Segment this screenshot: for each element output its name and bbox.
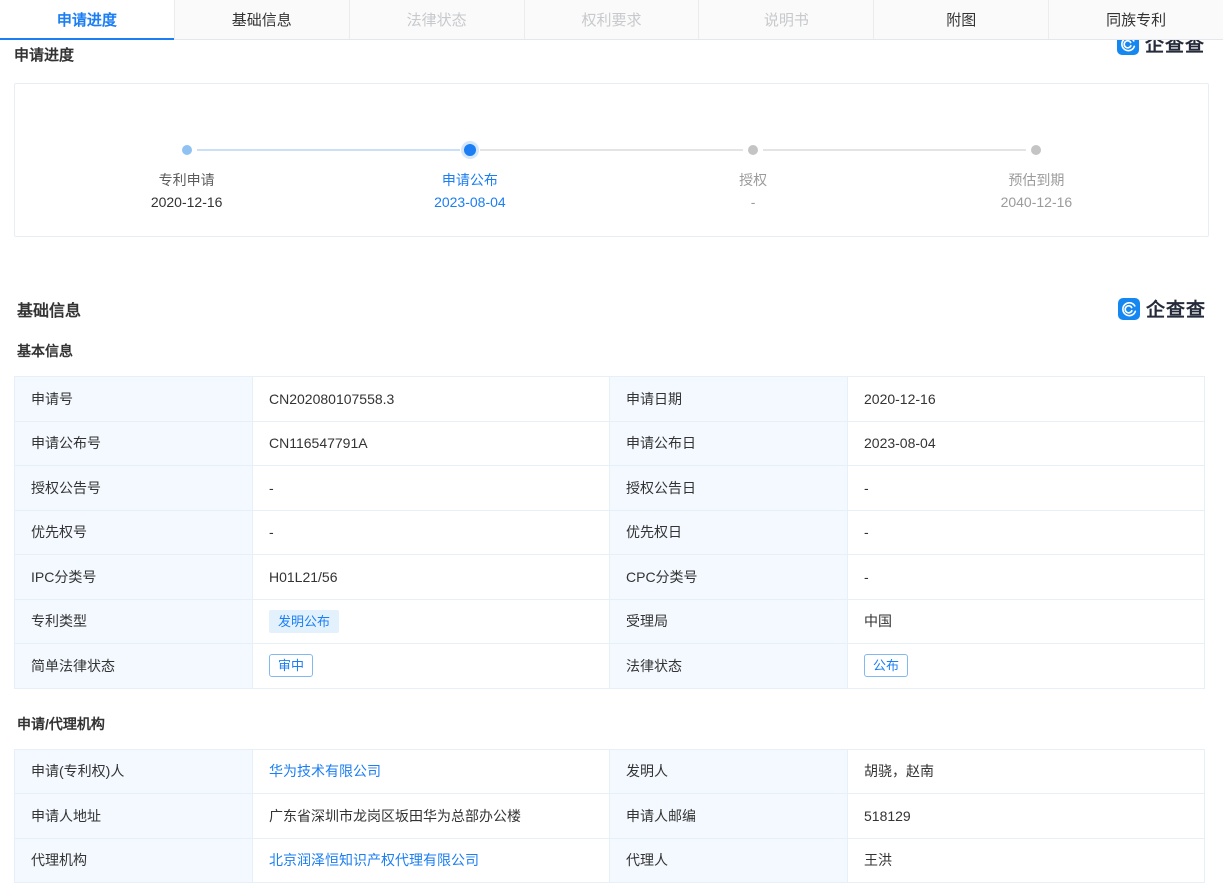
qichacha-wordmark: 企查查 [1146,295,1206,322]
timeline-stage-filing: 专利申请 2020-12-16 [45,144,328,213]
progress-section-title: 申请进度 [14,44,1209,65]
tab-claims[interactable]: 权利要求 [525,0,700,39]
field-label: 申请公布日 [610,421,848,466]
field-label: 申请号 [15,377,253,422]
field-value: 2023-08-04 [848,421,1205,466]
field-value: 审中 [253,644,610,689]
field-value: - [848,466,1205,511]
field-label: CPC分类号 [610,555,848,600]
progress-timeline-card: 专利申请 2020-12-16 申请公布 2023-08-04 授权 - 预估到… [14,83,1209,237]
timeline-stage-grant: 授权 - [612,144,895,213]
field-label: IPC分类号 [15,555,253,600]
field-label: 优先权日 [610,510,848,555]
legal-status-badge: 公布 [864,654,908,677]
field-value: 王洪 [848,838,1205,883]
field-value: 华为技术有限公司 [253,749,610,794]
field-label: 发明人 [610,749,848,794]
qichacha-logo: 企查查 [1118,295,1206,322]
stage-date: 2020-12-16 [151,191,223,213]
field-value: - [848,555,1205,600]
patent-type-badge: 发明公布 [269,610,339,633]
basic-table-subtitle: 基本信息 [17,341,1206,361]
field-value: 胡骁，赵南 [848,749,1205,794]
tab-patent-family[interactable]: 同族专利 [1049,0,1223,39]
tab-application-progress[interactable]: 申请进度 [0,0,175,39]
timeline-dot-pending [1031,145,1041,155]
field-label: 授权公告日 [610,466,848,511]
field-value: H01L21/56 [253,555,610,600]
table-row: 申请公布号 CN116547791A 申请公布日 2023-08-04 [15,421,1205,466]
field-label: 专利类型 [15,599,253,644]
tab-specification[interactable]: 说明书 [699,0,874,39]
agency-table: 申请(专利权)人 华为技术有限公司 发明人 胡骁，赵南 申请人地址 广东省深圳市… [14,749,1205,883]
basic-info-table: 申请号 CN202080107558.3 申请日期 2020-12-16 申请公… [14,376,1205,689]
tab-basic-info[interactable]: 基础信息 [175,0,350,39]
tab-drawings[interactable]: 附图 [874,0,1049,39]
progress-timeline: 专利申请 2020-12-16 申请公布 2023-08-04 授权 - 预估到… [15,84,1208,213]
table-row: IPC分类号 H01L21/56 CPC分类号 - [15,555,1205,600]
field-value: CN116547791A [253,421,610,466]
timeline-dot-done [182,145,192,155]
field-label: 受理局 [610,599,848,644]
timeline-dot-current [464,144,476,156]
field-value: - [848,510,1205,555]
table-row: 申请(专利权)人 华为技术有限公司 发明人 胡骁，赵南 [15,749,1205,794]
table-row: 专利类型 发明公布 受理局 中国 [15,599,1205,644]
field-value: 2020-12-16 [848,377,1205,422]
field-value: 发明公布 [253,599,610,644]
timeline-stage-publication: 申请公布 2023-08-04 [328,144,611,213]
stage-name: 专利申请 [159,169,215,191]
field-label: 法律状态 [610,644,848,689]
field-label: 代理机构 [15,838,253,883]
field-label: 代理人 [610,838,848,883]
stage-name: 授权 [739,169,767,191]
table-row: 授权公告号 - 授权公告日 - [15,466,1205,511]
stage-name: 申请公布 [442,169,498,191]
timeline-stage-estimated-expiry: 预估到期 2040-12-16 [895,144,1178,213]
field-value: 518129 [848,794,1205,839]
field-label: 简单法律状态 [15,644,253,689]
stage-date: - [751,191,756,213]
stage-date: 2040-12-16 [1001,191,1073,213]
field-value: 中国 [848,599,1205,644]
stage-date: 2023-08-04 [434,191,506,213]
field-value: 北京润泽恒知识产权代理有限公司 [253,838,610,883]
tab-bar: 申请进度 基础信息 法律状态 权利要求 说明书 附图 同族专利 [0,0,1223,40]
qichacha-icon [1118,298,1140,320]
applicant-link[interactable]: 华为技术有限公司 [269,763,381,779]
field-value: - [253,466,610,511]
table-row: 简单法律状态 审中 法律状态 公布 [15,644,1205,689]
stage-name: 预估到期 [1008,169,1064,191]
tab-legal-status[interactable]: 法律状态 [350,0,525,39]
field-label: 授权公告号 [15,466,253,511]
timeline-dot-pending [748,145,758,155]
field-value: CN202080107558.3 [253,377,610,422]
field-label: 申请公布号 [15,421,253,466]
basic-info-header: 基础信息 企查查 [17,295,1206,322]
field-label: 优先权号 [15,510,253,555]
field-label: 申请人邮编 [610,794,848,839]
table-row: 申请人地址 广东省深圳市龙岗区坂田华为总部办公楼 申请人邮编 518129 [15,794,1205,839]
table-row: 申请号 CN202080107558.3 申请日期 2020-12-16 [15,377,1205,422]
field-value: - [253,510,610,555]
agency-link[interactable]: 北京润泽恒知识产权代理有限公司 [269,852,479,868]
field-value: 公布 [848,644,1205,689]
agency-table-subtitle: 申请/代理机构 [17,714,1206,734]
field-value: 广东省深圳市龙岗区坂田华为总部办公楼 [253,794,610,839]
field-label: 申请日期 [610,377,848,422]
table-row: 优先权号 - 优先权日 - [15,510,1205,555]
basic-info-title: 基础信息 [17,297,81,321]
field-label: 申请人地址 [15,794,253,839]
table-row: 代理机构 北京润泽恒知识产权代理有限公司 代理人 王洪 [15,838,1205,883]
simple-legal-status-badge: 审中 [269,654,313,677]
field-label: 申请(专利权)人 [15,749,253,794]
